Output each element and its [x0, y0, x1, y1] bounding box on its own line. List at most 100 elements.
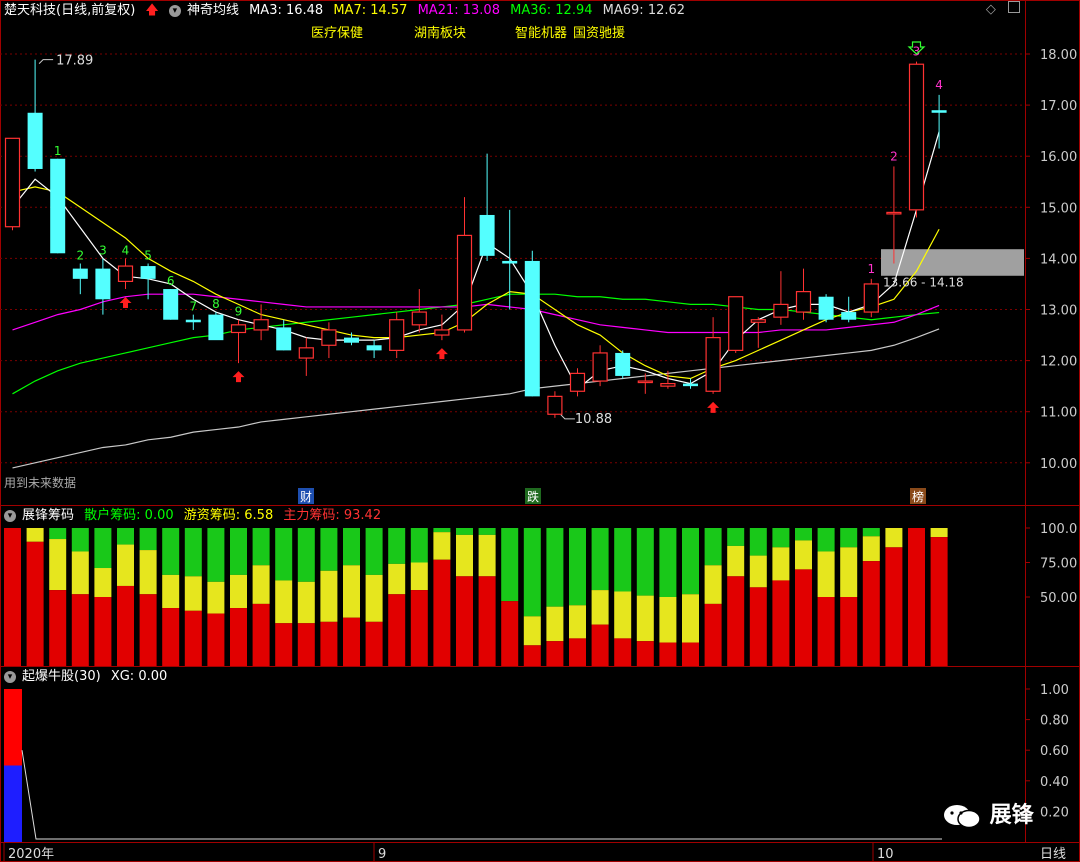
- chip-bar-retail: [162, 528, 180, 575]
- candle-body: [185, 319, 201, 323]
- settings-icon[interactable]: ▾: [168, 4, 181, 17]
- candle-body: [366, 345, 382, 351]
- chip-bar-hot: [862, 536, 880, 562]
- candle-body: [908, 63, 925, 211]
- ma21-value: MA21: 13.08: [417, 3, 500, 18]
- chip-bar-main: [230, 608, 247, 666]
- y-tick-label: 0.60: [1040, 744, 1069, 759]
- candle-body: [886, 211, 902, 215]
- price-range-band: [881, 249, 1024, 276]
- chip-bar-retail: [388, 528, 406, 564]
- indicator-name[interactable]: 神奇均线: [187, 3, 239, 18]
- chart-header: 楚天科技(日线,前复权) 🡅 ▾ 神奇均线 MA3: 16.48 MA7: 14.…: [4, 1, 691, 21]
- panel3-menu-icon[interactable]: ▾: [4, 670, 16, 683]
- high-pointer: [38, 59, 54, 64]
- candle: [50, 158, 66, 254]
- diamond-icon[interactable]: ◇: [986, 2, 996, 17]
- panel2-title[interactable]: 展锋筹码: [22, 508, 74, 523]
- chip-bar-hot: [727, 545, 745, 577]
- sector-tag-3: 智能机器: [515, 26, 568, 41]
- panel3-title[interactable]: 起爆牛股(30): [22, 669, 101, 684]
- panel2-menu-icon[interactable]: ▾: [4, 509, 16, 522]
- chip-bar-hot: [117, 544, 134, 586]
- sector-tag-1: 医疗保健: [311, 26, 364, 41]
- candle: [456, 197, 473, 333]
- chip-bar: [501, 528, 519, 666]
- chip-bar-retail: [410, 528, 428, 563]
- candle-body: [750, 319, 766, 323]
- chip-bar-main: [862, 561, 880, 666]
- chip-bar: [749, 528, 767, 666]
- chip-bar-main: [365, 621, 383, 666]
- chip-bar: [252, 528, 270, 666]
- chip-bar: [207, 528, 225, 666]
- chip-bar: [908, 528, 925, 666]
- chip-bar-main: [682, 642, 699, 666]
- chip-bar-retail: [704, 528, 722, 566]
- candle: [4, 137, 21, 231]
- panel3-header: ▾ 起爆牛股(30) XG: 0.00: [4, 667, 173, 687]
- chip-bar-retail: [456, 528, 473, 535]
- low-price-label: 10.88: [575, 412, 612, 427]
- buy-arrow-icon: [707, 401, 720, 413]
- chip-bar-retail: [795, 528, 812, 541]
- chip-bar-main: [546, 641, 564, 666]
- stock-title[interactable]: 楚天科技(日线,前复权): [4, 3, 135, 18]
- chip-bar-hot: [139, 550, 157, 595]
- chip-bar-main: [908, 528, 925, 666]
- chip-bar-main: [433, 559, 451, 666]
- chip-bar-retail: [365, 528, 383, 575]
- chip-bar-retail: [184, 528, 202, 577]
- chip-bar-main: [569, 638, 586, 666]
- chip-bar-retail: [546, 528, 564, 607]
- candle-body: [547, 395, 563, 415]
- y-tick-label: 0.40: [1040, 775, 1069, 790]
- candle: [773, 271, 789, 325]
- candle: [547, 391, 563, 418]
- chip-bar-retail: [139, 528, 157, 551]
- x-label-oct: 10: [877, 847, 894, 862]
- candle-body: [117, 265, 134, 282]
- chip-bar: [343, 528, 360, 666]
- chip-bar-retail: [682, 528, 699, 595]
- chip-bar: [817, 528, 835, 666]
- candle: [434, 314, 450, 341]
- y-tick-label: 75.00: [1040, 557, 1077, 572]
- candle-body: [389, 319, 405, 351]
- candle: [795, 268, 812, 320]
- candle-body: [50, 158, 66, 254]
- event-cai-marker: 财: [300, 490, 312, 504]
- chip-bar-main: [71, 594, 89, 666]
- candle: [208, 312, 224, 341]
- y-tick-label: 0.20: [1040, 805, 1069, 820]
- y-tick-label: 15.00: [1040, 201, 1077, 216]
- y-tick-label: 14.00: [1040, 252, 1077, 267]
- stock-chart: 18.0017.0016.0015.0014.0013.0012.0011.00…: [0, 0, 1080, 862]
- candle: [931, 94, 947, 149]
- chip-bar-retail: [49, 528, 67, 540]
- chip-bar: [162, 528, 180, 666]
- chip-bar-hot: [252, 565, 270, 604]
- chip-bar: [230, 528, 247, 666]
- candle-body: [140, 266, 156, 279]
- candle-body: [705, 337, 721, 392]
- chip-bar-hot: [365, 574, 383, 622]
- chip-bar-main: [659, 642, 677, 666]
- candle-body: [479, 214, 495, 256]
- window-icon[interactable]: [1008, 1, 1020, 13]
- chip-bar-retail: [207, 528, 225, 582]
- candle-body: [72, 268, 88, 279]
- count-label: 4: [122, 243, 130, 257]
- chip-bar: [139, 528, 157, 666]
- chip-bar-retail: [523, 528, 541, 617]
- candle-body: [931, 110, 947, 113]
- candle: [908, 61, 925, 218]
- chip-bar: [94, 528, 112, 666]
- chip-bar-retail: [297, 528, 315, 582]
- y-tick-label: 11.00: [1040, 406, 1077, 421]
- chip-bar-main: [523, 645, 541, 666]
- chip-bar-hot: [840, 547, 858, 597]
- chip-bar: [117, 528, 134, 666]
- candle: [863, 278, 879, 318]
- chip-bar-hot: [659, 597, 677, 643]
